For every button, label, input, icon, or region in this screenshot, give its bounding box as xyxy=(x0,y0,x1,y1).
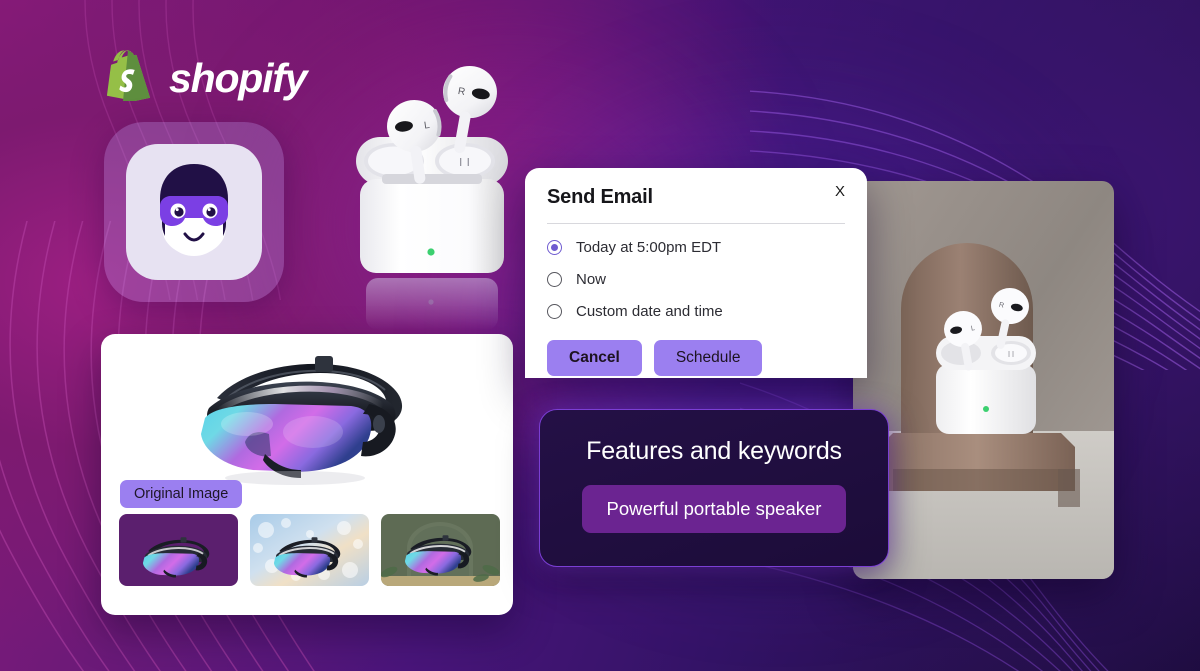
vr-goggles-product-photo xyxy=(201,356,403,485)
thumbnail-bokeh-background[interactable] xyxy=(250,514,369,586)
promo-canvas: shopify l l L R Send Email X Today at 5:… xyxy=(0,0,1200,671)
masked-hero-avatar-icon xyxy=(160,164,228,256)
radio-option-now[interactable]: Now xyxy=(547,271,845,288)
send-email-dialog: Send Email X Today at 5:00pm EDT Now Cus… xyxy=(525,168,867,378)
radio-option-custom[interactable]: Custom date and time xyxy=(547,303,845,320)
radio-option-today[interactable]: Today at 5:00pm EDT xyxy=(547,239,845,256)
features-and-keywords-card: Features and keywords Powerful portable … xyxy=(539,409,889,567)
radio-indicator xyxy=(547,240,562,255)
close-icon[interactable]: X xyxy=(835,184,845,199)
earbuds-on-arch-podium-lifestyle-photo: l l L R xyxy=(853,181,1114,579)
thumbnail-green-arch-background[interactable] xyxy=(381,514,500,586)
features-card-title: Features and keywords xyxy=(586,437,842,465)
thumbnail-purple-background[interactable] xyxy=(119,514,238,586)
shopify-bag-icon xyxy=(107,50,151,101)
radio-label: Custom date and time xyxy=(576,303,723,320)
radio-indicator xyxy=(547,304,562,319)
shopify-wordmark: shopify xyxy=(169,55,308,101)
dialog-title: Send Email xyxy=(547,186,653,208)
image-gallery-card xyxy=(101,334,513,615)
radio-label: Now xyxy=(576,271,607,288)
radio-indicator xyxy=(547,272,562,287)
original-image-badge: Original Image xyxy=(120,480,243,508)
wireless-earbuds-in-charging-case: l l L R xyxy=(356,65,508,330)
radio-label: Today at 5:00pm EDT xyxy=(576,239,722,256)
thumbnail-row xyxy=(119,514,500,586)
svg-text:l l: l l xyxy=(460,157,471,169)
dialog-divider xyxy=(547,223,845,224)
shopify-logo: shopify xyxy=(106,50,308,107)
app-icon-inner-tile xyxy=(126,144,262,280)
app-icon-tile[interactable] xyxy=(104,122,284,302)
schedule-button[interactable]: Schedule xyxy=(653,340,763,376)
dialog-actions: Cancel Schedule xyxy=(547,340,845,376)
keyword-chip[interactable]: Powerful portable speaker xyxy=(581,485,847,533)
cancel-button[interactable]: Cancel xyxy=(547,340,642,376)
svg-text:l l: l l xyxy=(1008,350,1014,359)
